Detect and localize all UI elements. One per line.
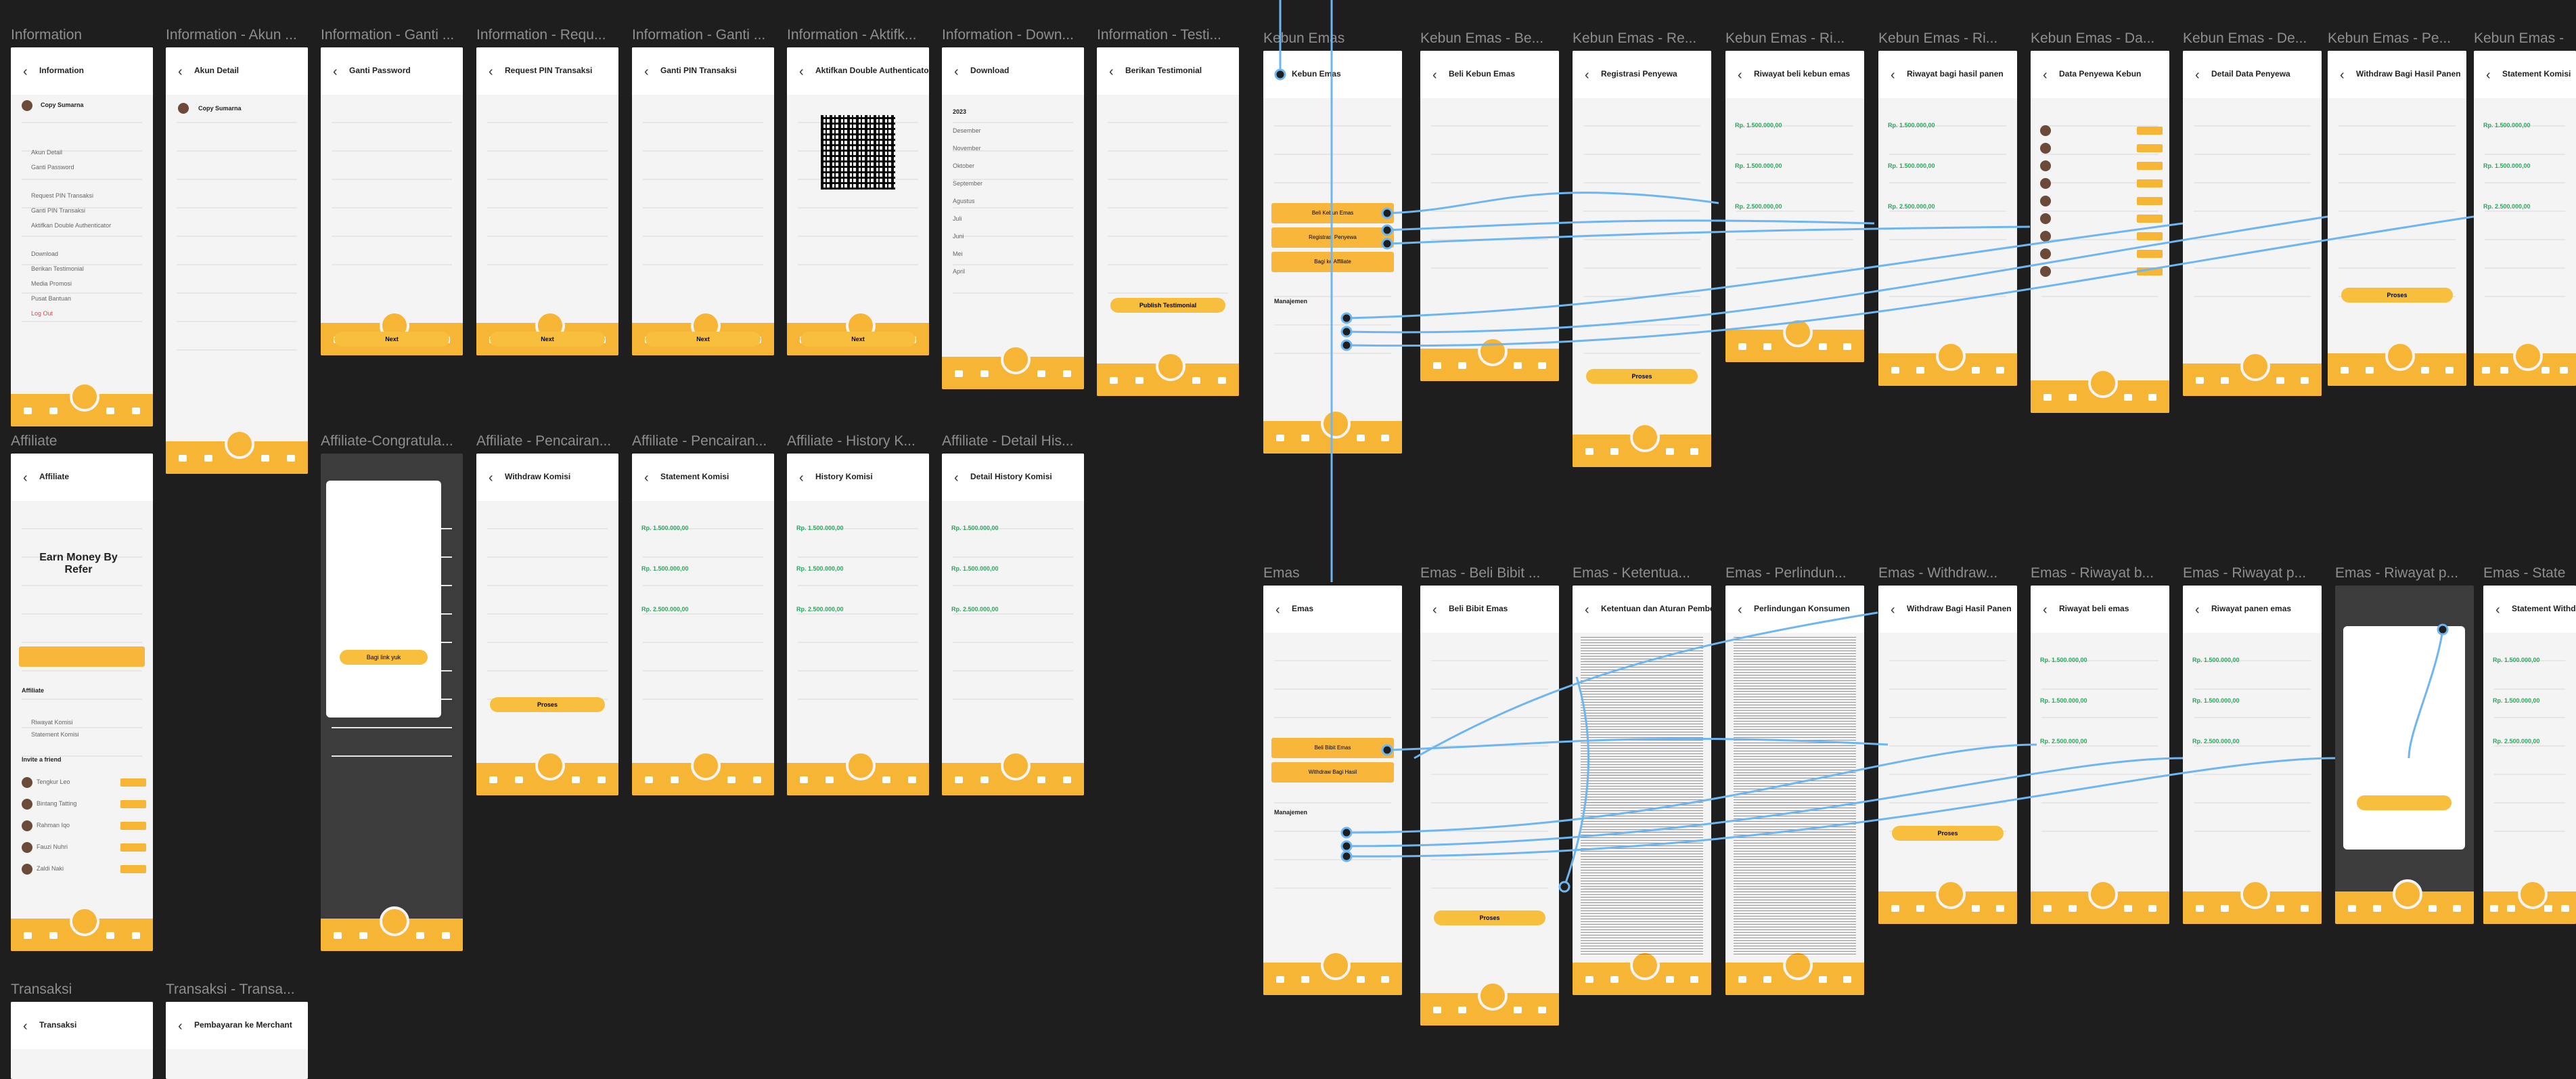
link-origin-handle[interactable] [1340,339,1353,351]
prototype-link[interactable] [1563,676,1590,887]
link-origin-handle[interactable] [1381,207,1393,219]
prototype-link[interactable] [1346,215,2475,347]
prototype-link[interactable] [1346,743,2037,834]
link-origin-handle[interactable] [2437,623,2449,636]
link-origin-handle[interactable] [1340,827,1353,839]
prototype-link[interactable] [1386,225,2031,245]
prototype-link[interactable] [1386,219,1875,232]
link-origin-handle[interactable] [1381,224,1393,236]
prototype-link[interactable] [1414,611,1878,759]
prototype-connections [1274,0,2475,893]
link-origin-handle[interactable] [1340,840,1353,852]
prototype-link[interactable] [1386,192,1719,215]
link-origin-handle[interactable] [1340,312,1353,324]
prototype-link[interactable] [2408,629,2444,759]
link-origin-handle[interactable] [1340,850,1353,862]
link-origin-handle[interactable] [1381,238,1393,250]
link-origin-handle[interactable] [1381,744,1393,756]
link-origin-handle[interactable] [1340,326,1353,338]
prototype-link[interactable] [1346,222,2184,320]
link-origin-handle[interactable] [1274,68,1286,81]
prototype-link[interactable] [1346,215,2328,334]
prototype-link[interactable] [1386,737,1889,751]
link-origin-handle[interactable] [1558,881,1571,893]
